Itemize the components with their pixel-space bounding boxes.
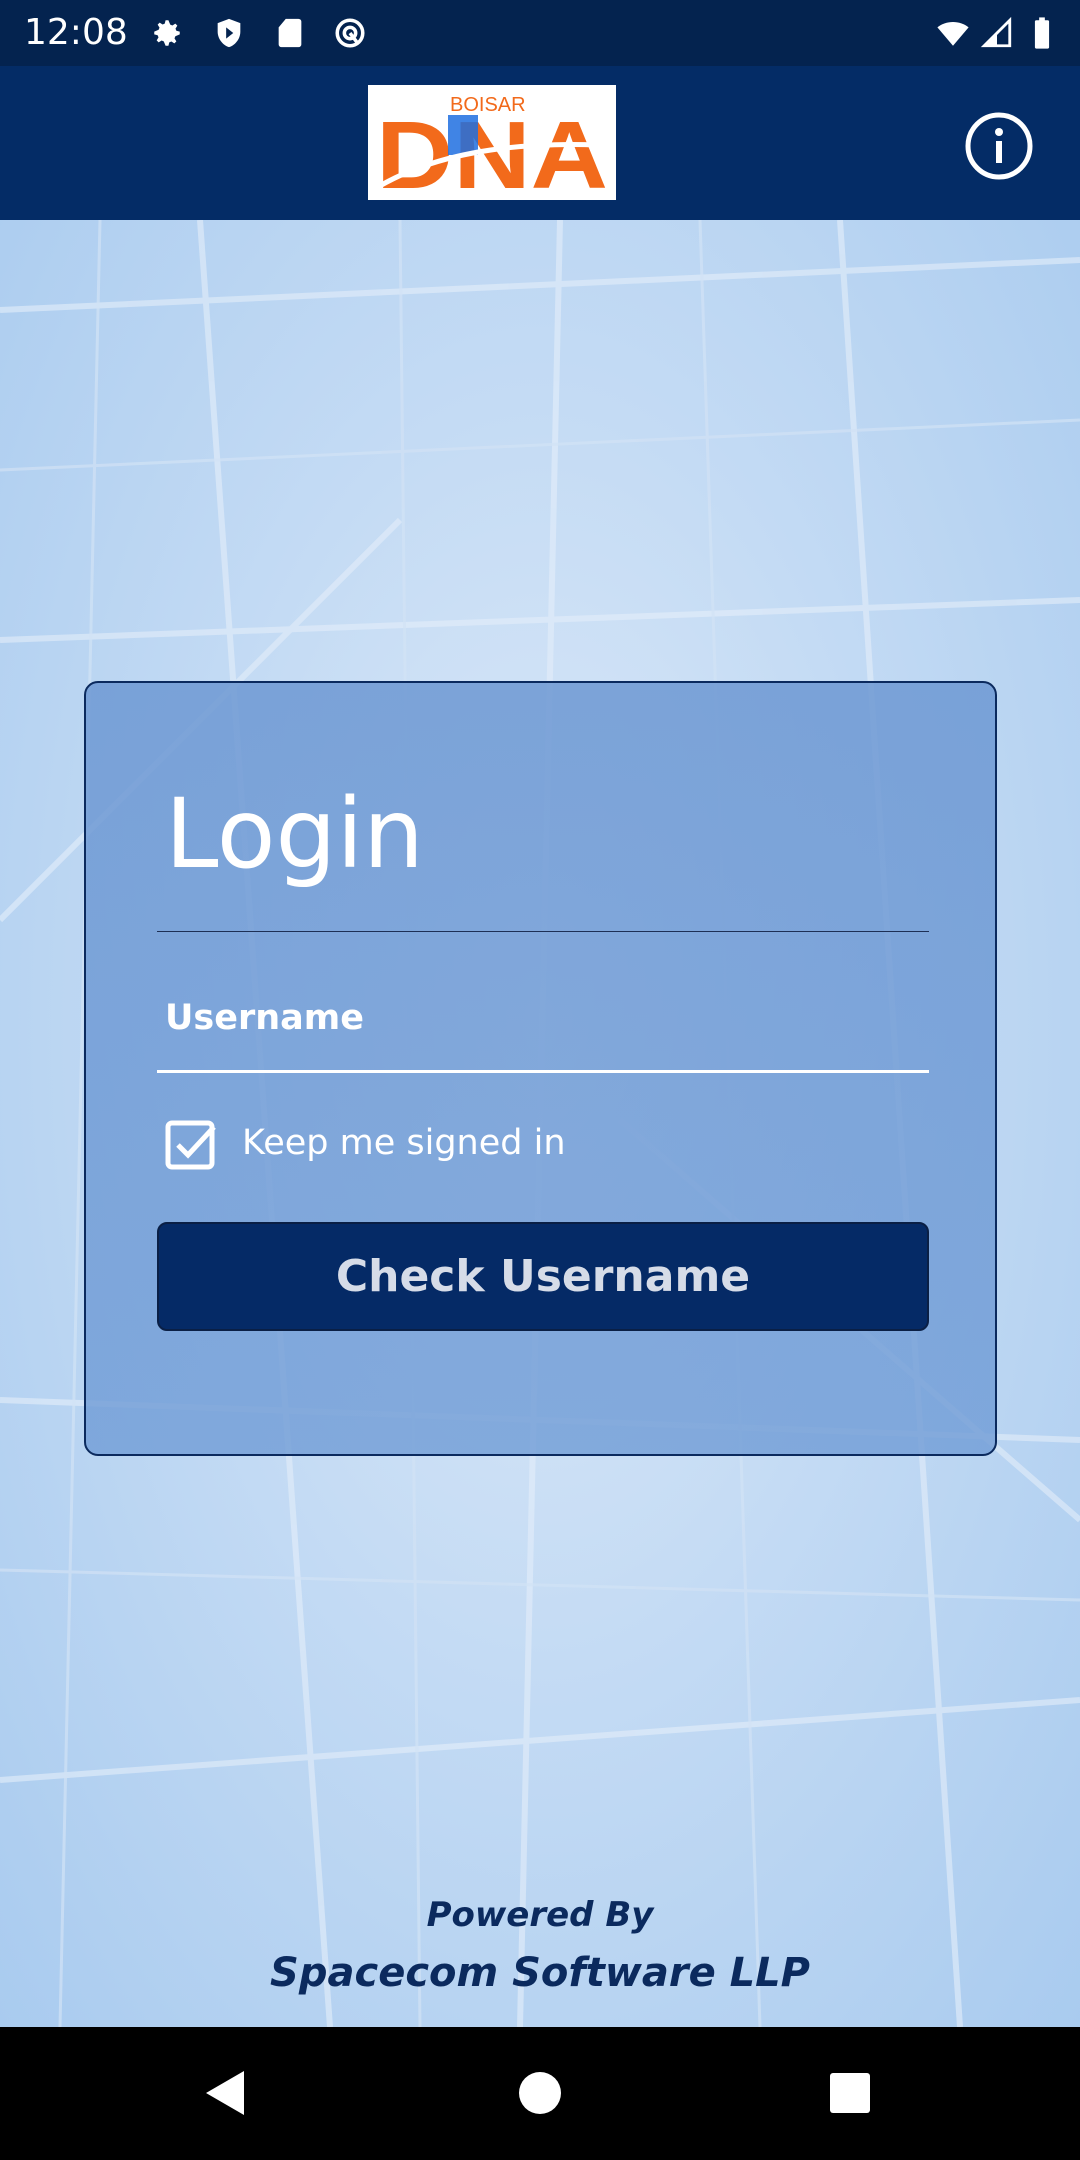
status-time: 12:08 — [24, 12, 128, 53]
signal-icon — [980, 16, 1012, 48]
login-title: Login — [165, 778, 424, 890]
recents-icon[interactable] — [820, 2063, 880, 2123]
check-username-button[interactable]: Check Username — [157, 1222, 929, 1331]
title-divider — [157, 931, 929, 932]
battery-icon — [1034, 17, 1050, 49]
username-field[interactable]: Username — [165, 998, 364, 1038]
keep-signed-in-checkbox[interactable] — [165, 1118, 219, 1172]
navigation-bar — [0, 2027, 1080, 2160]
shield-play-icon — [217, 18, 241, 48]
vpn-icon — [335, 18, 365, 48]
sd-card-icon — [278, 18, 302, 48]
home-icon[interactable] — [510, 2063, 570, 2123]
status-bar: 12:08 — [0, 0, 1080, 66]
boisar-dna-logo: BOISAR DNA — [368, 85, 616, 209]
company-name: Spacecom Software LLP — [270, 1950, 810, 1996]
wifi-icon — [937, 22, 969, 46]
back-icon[interactable] — [196, 2063, 256, 2123]
gear-icon — [154, 20, 180, 46]
powered-by-label: Powered By — [426, 1895, 654, 1935]
login-card: Login Username Keep me signed in Check U… — [84, 681, 997, 1456]
info-icon[interactable] — [964, 111, 1034, 181]
keep-signed-in-label[interactable]: Keep me signed in — [242, 1123, 566, 1163]
username-underline — [157, 1070, 929, 1073]
